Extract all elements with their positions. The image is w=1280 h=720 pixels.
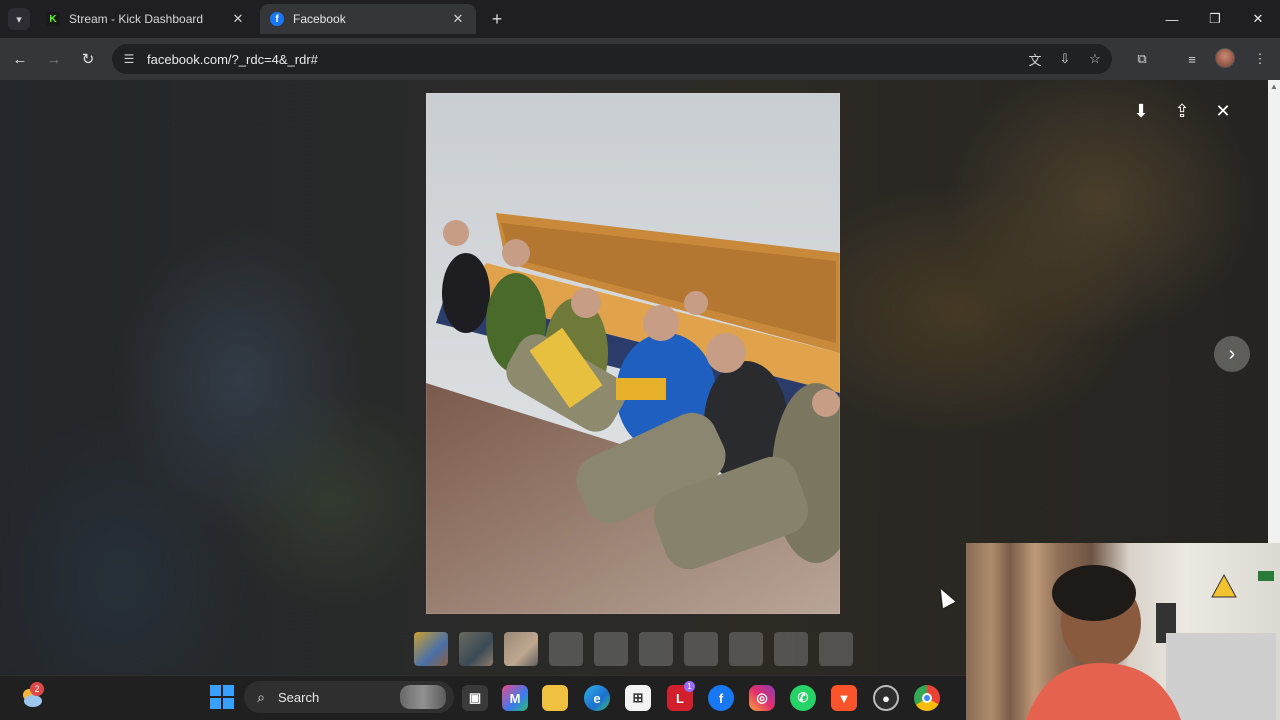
arrow-right-icon: → [46, 50, 62, 68]
address-bar[interactable]: ☰ facebook.com/?_rdc=4&_rdr# 文 ⇩ ☆ [112, 44, 1112, 74]
close-viewer-icon[interactable]: ✕ [1208, 96, 1238, 126]
url-text[interactable]: facebook.com/?_rdc=4&_rdr# [147, 52, 1022, 67]
viewer-photo[interactable] [426, 93, 840, 614]
thumbnail[interactable] [774, 632, 808, 666]
media-controls-icon[interactable]: ≡ [1180, 47, 1204, 71]
close-tab-icon[interactable]: ✕ [230, 11, 246, 27]
arrow-left-icon: ← [12, 50, 28, 68]
m365-copilot-icon[interactable]: M [502, 685, 528, 711]
next-photo-button[interactable]: › [1214, 336, 1250, 372]
new-tab-button[interactable]: + [486, 8, 508, 30]
thumbnail[interactable] [549, 632, 583, 666]
brave-icon[interactable]: ▼ [831, 685, 857, 711]
thumbnail[interactable] [819, 632, 853, 666]
search-placeholder: Search [278, 689, 320, 705]
chevron-down-icon: ▾ [16, 13, 22, 26]
forward-button[interactable]: → [42, 47, 66, 71]
thumbnail[interactable] [459, 632, 493, 666]
webcam-overlay [966, 543, 1280, 720]
extensions-icon[interactable]: ⧉ [1130, 47, 1154, 71]
windows-logo-icon [210, 685, 221, 696]
close-window-button[interactable]: ✕ [1238, 6, 1278, 32]
tab-facebook[interactable]: f Facebook ✕ [260, 4, 476, 34]
install-app-icon[interactable]: ⇩ [1052, 46, 1078, 72]
site-info-icon[interactable]: ☰ [114, 52, 144, 66]
photo-image [426, 93, 840, 614]
weather-badge: 2 [30, 682, 44, 696]
webcam-feed [1026, 565, 1276, 720]
instagram-icon[interactable]: ◎ [749, 685, 775, 711]
profile-avatar[interactable] [1215, 48, 1235, 68]
thumbnail[interactable] [684, 632, 718, 666]
tab-title: Stream - Kick Dashboard [69, 12, 204, 26]
more-menu-icon[interactable]: ⋮ [1248, 47, 1272, 71]
restore-button[interactable]: ❐ [1195, 6, 1235, 32]
start-button[interactable] [210, 685, 234, 709]
reload-icon: ↻ [81, 51, 95, 68]
search-highlight-image [400, 685, 446, 709]
file-explorer-icon[interactable] [542, 685, 568, 711]
task-view-icon[interactable]: ▣ [462, 685, 488, 711]
close-tab-icon[interactable]: ✕ [450, 11, 466, 27]
tab-strip: ▾ K Stream - Kick Dashboard ✕ f Facebook… [0, 0, 1280, 38]
download-icon[interactable]: ⬇ [1126, 96, 1156, 126]
share-icon[interactable]: ⇪ [1167, 96, 1197, 126]
search-icon: ⌕ [257, 688, 265, 705]
whatsapp-icon[interactable]: ✆ [790, 685, 816, 711]
tab-kick-dashboard[interactable]: K Stream - Kick Dashboard ✕ [36, 4, 256, 34]
thumbnail[interactable] [504, 632, 538, 666]
translate-icon[interactable]: 文 [1022, 46, 1048, 72]
microsoft-store-icon[interactable]: ⊞ [625, 685, 651, 711]
reload-button[interactable]: ↻ [76, 47, 100, 71]
chevron-right-icon: › [1228, 342, 1236, 365]
facebook-icon[interactable]: f [708, 685, 734, 711]
minimize-button[interactable]: — [1152, 6, 1192, 32]
back-button[interactable]: ← [8, 47, 32, 71]
recording-icon[interactable]: ● [873, 685, 899, 711]
notification-badge: 1 [684, 681, 695, 692]
facebook-icon: f [270, 12, 284, 26]
browser-toolbar: ← → ↻ ☰ facebook.com/?_rdc=4&_rdr# 文 ⇩ ☆… [0, 38, 1280, 80]
edge-icon[interactable]: e [584, 685, 610, 711]
thumbnail[interactable] [594, 632, 628, 666]
thumbnail[interactable] [414, 632, 448, 666]
tab-search-button[interactable]: ▾ [8, 8, 30, 30]
kick-icon: K [46, 12, 60, 26]
scroll-up-arrow[interactable]: ▲ [1268, 82, 1280, 94]
thumbnail[interactable] [639, 632, 673, 666]
thumbnail-strip [414, 632, 864, 666]
chrome-icon[interactable] [914, 685, 940, 711]
tab-title: Facebook [293, 12, 346, 26]
bookmark-star-icon[interactable]: ☆ [1082, 46, 1108, 72]
thumbnail[interactable] [729, 632, 763, 666]
